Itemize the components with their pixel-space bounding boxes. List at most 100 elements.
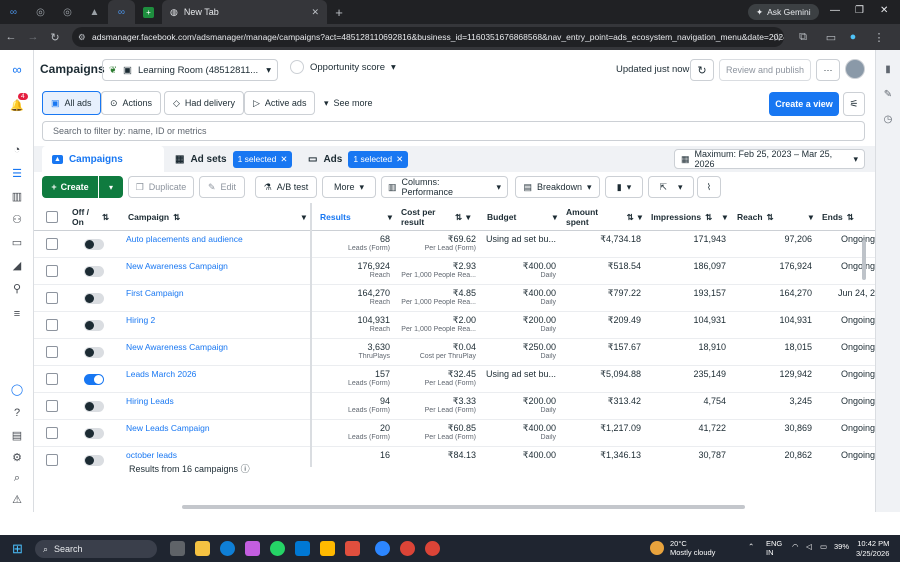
url-field[interactable]: ⚙ adsmanager.facebook.com/adsmanager/man… <box>72 27 784 47</box>
campaign-name-link[interactable]: New Awareness Campaign <box>126 261 228 271</box>
campaign-name-link[interactable]: Auto placements and audience <box>126 234 243 244</box>
col-cost-per-result[interactable]: Cost per result ⇅ ▾ <box>397 203 481 231</box>
chart-icon[interactable]: ▮ <box>876 64 900 75</box>
col-campaign[interactable]: Campaign ⇅ ▾ <box>124 203 310 231</box>
table-row[interactable]: Leads March 2026 157 Leads (Form) ₹32.45… <box>34 366 875 393</box>
more-button[interactable]: More ▾ <box>322 176 376 198</box>
adsets-selected-badge[interactable]: 1 selected ✕ <box>232 150 293 168</box>
table-row[interactable]: New Awareness Campaign 176,924 Reach ₹2.… <box>34 258 875 285</box>
windows-start-icon[interactable]: ⊞ <box>12 541 23 557</box>
opportunity-score-dropdown[interactable]: Opportunity score ▾ <box>290 60 396 74</box>
active-ads-button[interactable]: ▷ Active ads <box>244 91 316 115</box>
office-icon[interactable] <box>345 541 360 556</box>
close-tab-icon[interactable]: ✕ <box>311 7 319 18</box>
see-more-button[interactable]: ▾ See more <box>316 91 381 115</box>
edit-button[interactable]: ✎ Edit <box>199 176 245 198</box>
table-row[interactable]: New Awareness Campaign 3,630 ThruPlays ₹… <box>34 339 875 366</box>
whatsapp-icon[interactable] <box>270 541 285 556</box>
create-button[interactable]: + Create <box>42 176 98 198</box>
row-checkbox[interactable] <box>46 400 58 412</box>
billing-icon[interactable]: ▭ <box>8 235 26 249</box>
minimize-icon[interactable]: — <box>830 5 840 16</box>
horizontal-scrollbar[interactable] <box>182 505 745 509</box>
row-checkbox[interactable] <box>46 373 58 385</box>
delivery-toggle[interactable] <box>84 428 104 439</box>
row-checkbox[interactable] <box>46 427 58 439</box>
select-all-checkbox[interactable] <box>46 211 58 223</box>
delivery-toggle[interactable] <box>84 320 104 331</box>
more-options-button[interactable]: ··· <box>816 59 840 81</box>
info-icon[interactable]: ⓘ <box>241 464 250 474</box>
chrome-icon[interactable] <box>425 541 440 556</box>
search-app-icon[interactable] <box>375 541 390 556</box>
tab-icon[interactable]: ◎ <box>54 0 81 24</box>
col-budget[interactable]: Budget ▾ <box>483 203 561 231</box>
close-window-icon[interactable]: ✕ <box>880 5 888 16</box>
new-tab-button[interactable]: + <box>327 5 351 20</box>
tab-campaigns[interactable]: ▲ Campaigns <box>42 146 164 172</box>
campaign-name-link[interactable]: october leads <box>126 450 177 460</box>
col-amount-spent[interactable]: Amount spent ⇅ ▾ <box>562 203 646 231</box>
col-impressions[interactable]: Impressions ⇅ ▾ <box>647 203 731 231</box>
feedback-icon[interactable]: ▤ <box>8 428 26 442</box>
sheets-tab-icon[interactable]: + <box>135 0 162 24</box>
edge-icon[interactable] <box>220 541 235 556</box>
copilot-icon[interactable] <box>245 541 260 556</box>
settings-gear-icon[interactable]: ⚙ <box>8 450 26 464</box>
ask-gemini-button[interactable]: ✦ Ask Gemini <box>748 4 819 20</box>
had-delivery-button[interactable]: ◇ Had delivery <box>164 91 244 115</box>
audiences-icon[interactable]: ⚇ <box>8 212 26 226</box>
row-checkbox[interactable] <box>46 346 58 358</box>
actions-button[interactable]: ⊙ Actions <box>101 91 162 115</box>
language-indicator[interactable]: ENG IN <box>766 539 782 557</box>
campaign-name-link[interactable]: Hiring Leads <box>126 396 174 406</box>
search-icon[interactable]: ⌕ <box>8 471 26 485</box>
maximize-icon[interactable]: ❐ <box>855 5 864 16</box>
weather-icon[interactable] <box>650 541 664 555</box>
weather-widget[interactable]: 20°C Mostly cloudy <box>670 539 715 557</box>
avatar[interactable] <box>845 59 865 79</box>
volume-icon[interactable]: ◁ <box>806 542 812 551</box>
row-checkbox[interactable] <box>46 292 58 304</box>
create-dropdown-button[interactable]: ▾ <box>99 176 123 198</box>
chrome-icon[interactable] <box>400 541 415 556</box>
store-icon[interactable] <box>295 541 310 556</box>
delivery-toggle[interactable] <box>84 266 104 277</box>
tab-new-tab[interactable]: ◍ New Tab ✕ <box>162 0 327 24</box>
pencil-icon[interactable]: ✎ <box>876 89 900 100</box>
clear-icon[interactable]: ✕ <box>396 154 403 165</box>
ads-selected-badge[interactable]: 1 selected ✕ <box>348 150 409 168</box>
site-info-icon[interactable]: ⚙ <box>78 32 86 43</box>
task-view-icon[interactable] <box>170 541 185 556</box>
table-row[interactable]: First Campaign 164,270 Reach ₹4.85 Per 1… <box>34 285 875 312</box>
taskbar-search[interactable]: ⌕ Search <box>35 540 157 558</box>
menu-icon[interactable]: ≡ <box>8 307 26 321</box>
table-row[interactable]: Auto placements and audience 68 Leads (F… <box>34 231 875 258</box>
create-view-button[interactable]: Create a view <box>769 92 839 116</box>
extensions-icon[interactable]: ⧉ <box>792 31 814 44</box>
date-range-picker[interactable]: ▦ Maximum: Feb 25, 2023 – Mar 25, 2026 ▾ <box>674 149 865 169</box>
notifications-icon[interactable]: 🔔 4 <box>8 93 28 112</box>
col-reach[interactable]: Reach ⇅ ▾ <box>733 203 817 231</box>
table-row[interactable]: New Leads Campaign 20 Leads (Form) ₹60.8… <box>34 420 875 447</box>
export-dropdown[interactable]: ⇱ ▾ <box>648 176 694 198</box>
row-checkbox[interactable] <box>46 454 58 466</box>
back-icon[interactable]: ← <box>0 31 22 43</box>
delivery-toggle[interactable] <box>84 239 104 250</box>
tab-adsets[interactable]: ▦ Ad sets 1 selected ✕ <box>175 146 293 172</box>
col-ends[interactable]: Ends ⇅ <box>818 203 875 231</box>
columns-dropdown[interactable]: ▥ Columns: Performance ▾ <box>381 176 508 198</box>
browser-menu-icon[interactable]: ⋮ <box>868 31 890 44</box>
meta-logo-icon[interactable]: ∞ <box>8 62 26 77</box>
app-icon[interactable] <box>320 541 335 556</box>
screen-icon[interactable]: ▭ <box>820 31 842 44</box>
ab-test-button[interactable]: ⚗ A/B test <box>255 176 317 198</box>
tab-icon[interactable]: ▲ <box>81 0 108 24</box>
meta-ai-icon[interactable]: ◯ <box>8 382 26 396</box>
view-settings-button[interactable]: ⚟ <box>843 92 865 116</box>
events-icon[interactable]: ⚲ <box>8 281 26 295</box>
campaigns-icon[interactable]: ☰ <box>8 166 26 180</box>
delivery-toggle[interactable] <box>84 374 104 385</box>
refresh-button[interactable]: ↻ <box>690 59 714 81</box>
profile-icon[interactable]: ● <box>842 31 864 43</box>
